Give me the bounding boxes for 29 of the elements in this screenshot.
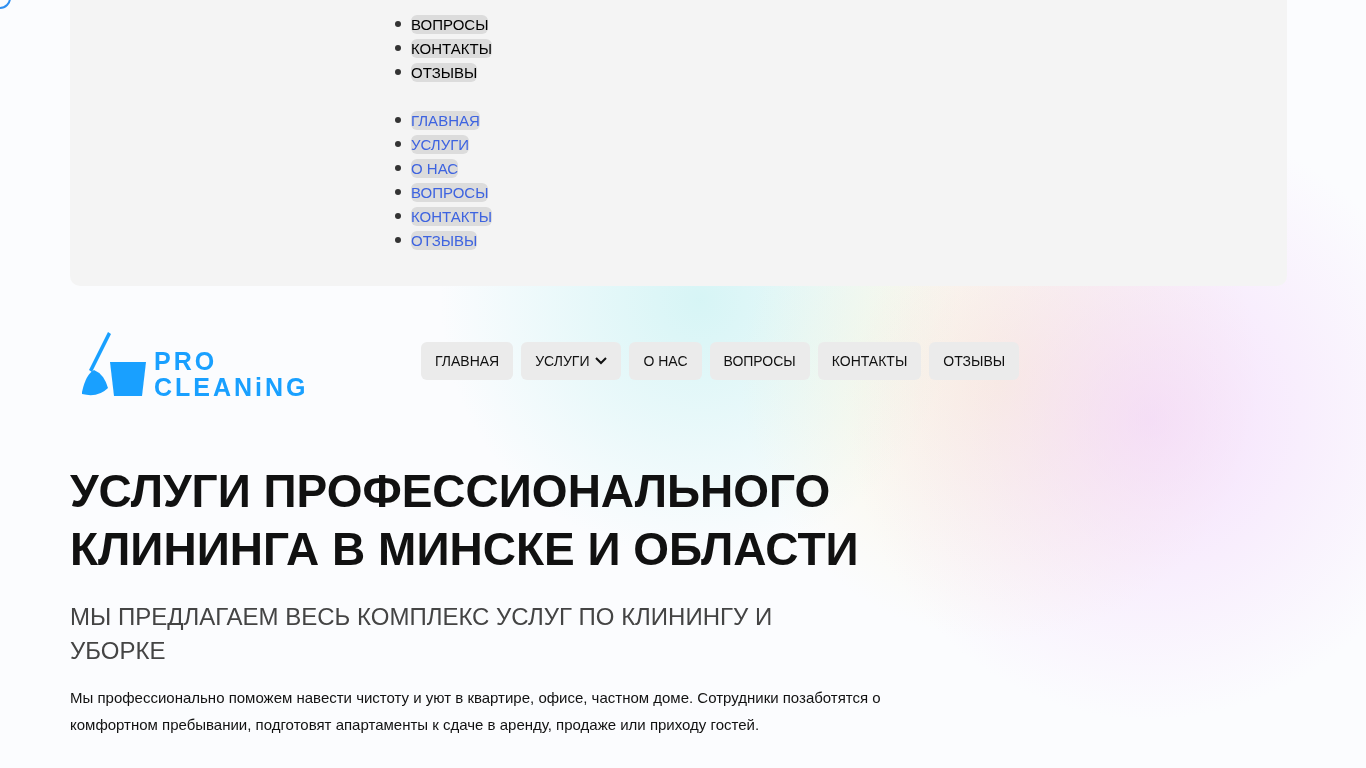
menu-link[interactable]: О НАС: [411, 158, 459, 178]
menu-link[interactable]: ВОПРОСЫ: [411, 14, 489, 34]
nav-button[interactable]: О НАС: [629, 342, 702, 380]
menu-link[interactable]: КОНТАКТЫ: [411, 38, 492, 58]
logo-text: PRO: [154, 348, 219, 374]
menu-link[interactable]: КОНТАКТЫ: [411, 206, 492, 226]
nav-button[interactable]: УСЛУГИ: [521, 342, 622, 380]
nav-button[interactable]: ГЛАВНАЯ: [421, 342, 514, 380]
bullet-icon: [395, 117, 401, 123]
bullet-icon: [395, 69, 401, 75]
logo-text: CLEANiNG: [154, 374, 309, 400]
hero-subtitle: МЫ ПРЕДЛАГАЕМ ВЕСЬ КОМПЛЕКС УСЛУГ ПО КЛИНИНГУ И УБОРКЕ: [70, 602, 774, 666]
nav-button[interactable]: ОТЗЫВЫ: [929, 342, 1020, 380]
bullet-icon: [395, 45, 401, 51]
bullet-icon: [395, 21, 401, 27]
bullet-icon: [395, 237, 401, 243]
menu-link[interactable]: УСЛУГИ: [411, 134, 470, 154]
menu-link[interactable]: ВОПРОСЫ: [411, 182, 489, 202]
menu-link[interactable]: ГЛАВНАЯ: [411, 110, 480, 130]
nav-button[interactable]: КОНТАКТЫ: [817, 342, 922, 380]
bullet-icon: [395, 189, 401, 195]
nav-button[interactable]: ВОПРОСЫ: [709, 342, 810, 380]
hero-text: Мы профессионально поможем навести чистоту и уют в квартире, офисе, частном доме. Сотрудники позаботятся о комфортном пребывании, подготовят апартаменты к сдаче в аренду, продаже или приходу гостей.: [70, 688, 882, 735]
hero-title: УСЛУГИ ПРОФЕССИОНАЛЬНОГО КЛИНИНГА В МИНСКЕ И ОБЛАСТИ: [70, 464, 860, 577]
bullet-icon: [395, 141, 401, 147]
menu-link[interactable]: ОТЗЫВЫ: [411, 230, 478, 250]
bullet-icon: [395, 213, 401, 219]
menu-link[interactable]: ОТЗЫВЫ: [411, 62, 478, 82]
bullet-icon: [395, 165, 401, 171]
